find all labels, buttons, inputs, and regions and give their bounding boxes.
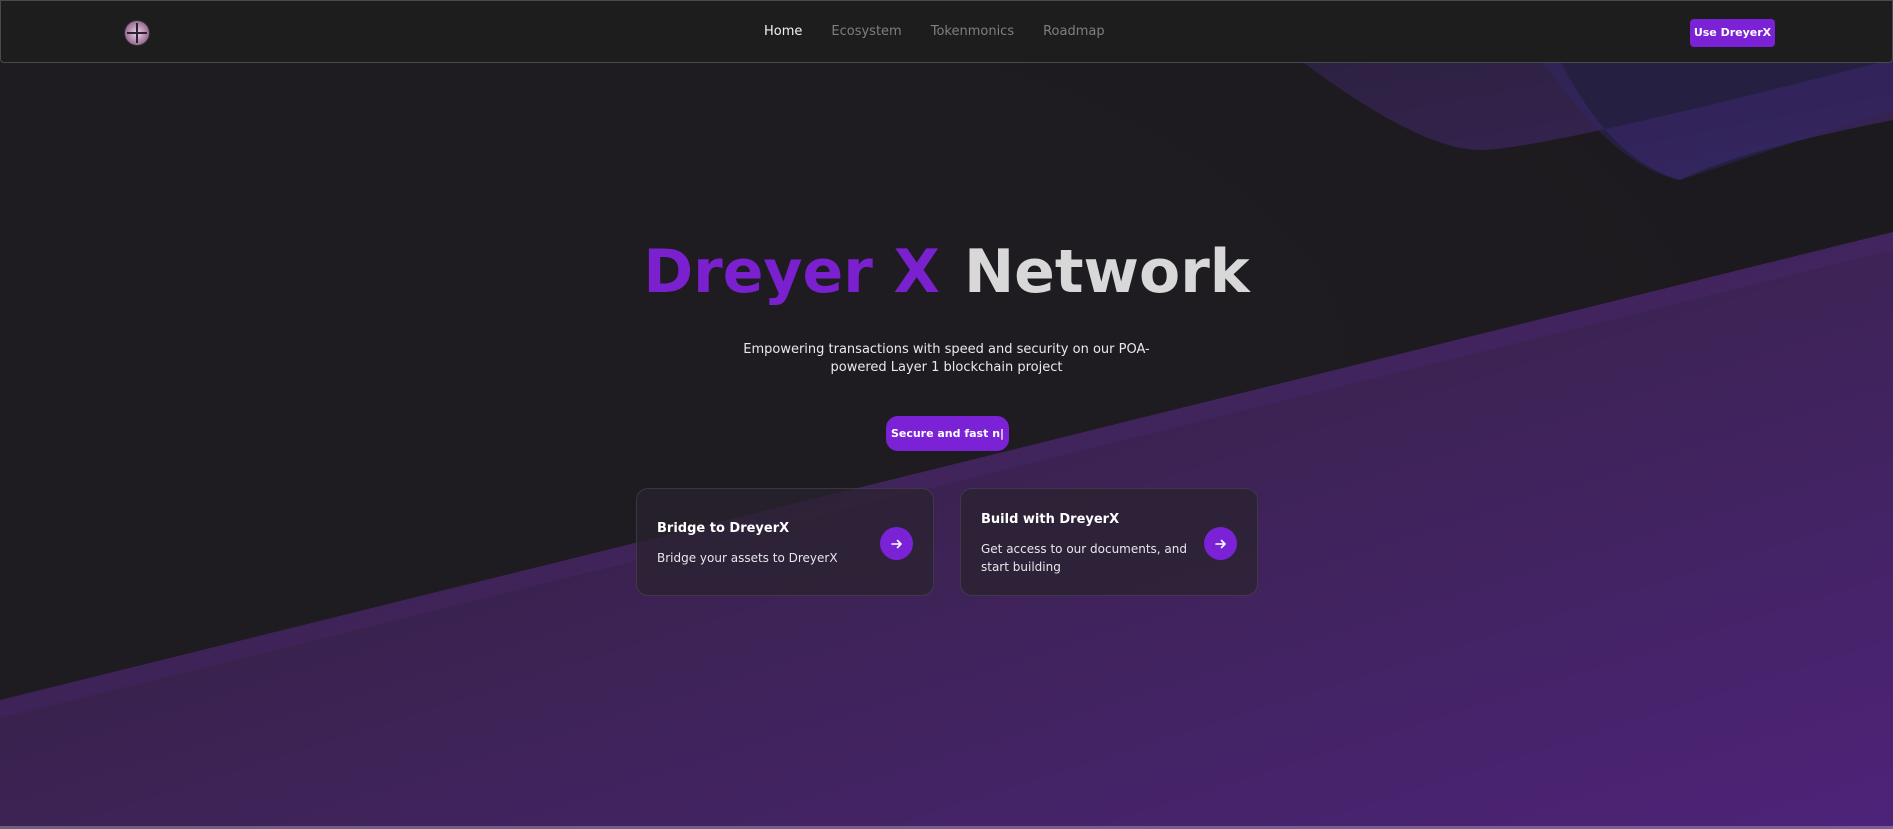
- bridge-arrow-button[interactable]: [880, 527, 913, 560]
- build-arrow-button[interactable]: [1204, 527, 1237, 560]
- logo-icon[interactable]: [125, 21, 149, 45]
- use-dreyerx-button[interactable]: Use DreyerX: [1690, 19, 1775, 47]
- arrow-right-icon: [890, 539, 902, 548]
- nav-link-tokenmonics[interactable]: Tokenmonics: [931, 24, 1014, 39]
- arrow-right-icon: [1214, 539, 1226, 548]
- card-title: Build with DreyerX: [981, 512, 1120, 527]
- nav-link-roadmap[interactable]: Roadmap: [1043, 24, 1105, 39]
- build-card[interactable]: Build with DreyerX Get access to our doc…: [960, 488, 1258, 596]
- nav-link-ecosystem[interactable]: Ecosystem: [831, 24, 901, 39]
- card-title: Bridge to DreyerX: [657, 521, 790, 536]
- hero-subtitle: Empowering transactions with speed and s…: [743, 342, 1150, 375]
- hero-title-accent: Dreyer X: [643, 237, 940, 307]
- bridge-card[interactable]: Bridge to DreyerX Bridge your assets to …: [636, 488, 934, 596]
- hero-title: Dreyer X Network: [0, 236, 1893, 308]
- nav-links: Home Ecosystem Tokenmonics Roadmap: [764, 24, 1134, 39]
- card-description: Get access to our documents, and start b…: [981, 542, 1188, 574]
- card-description: Bridge your assets to DreyerX: [657, 551, 838, 565]
- nav-link-home[interactable]: Home: [764, 24, 802, 39]
- top-navbar: Home Ecosystem Tokenmonics Roadmap Use D…: [0, 0, 1893, 63]
- hero-title-main: Network: [963, 237, 1250, 307]
- typing-pill-button[interactable]: Secure and fast n|: [886, 416, 1009, 451]
- page: Home Ecosystem Tokenmonics Roadmap Use D…: [0, 0, 1893, 829]
- background-art: [0, 0, 1893, 829]
